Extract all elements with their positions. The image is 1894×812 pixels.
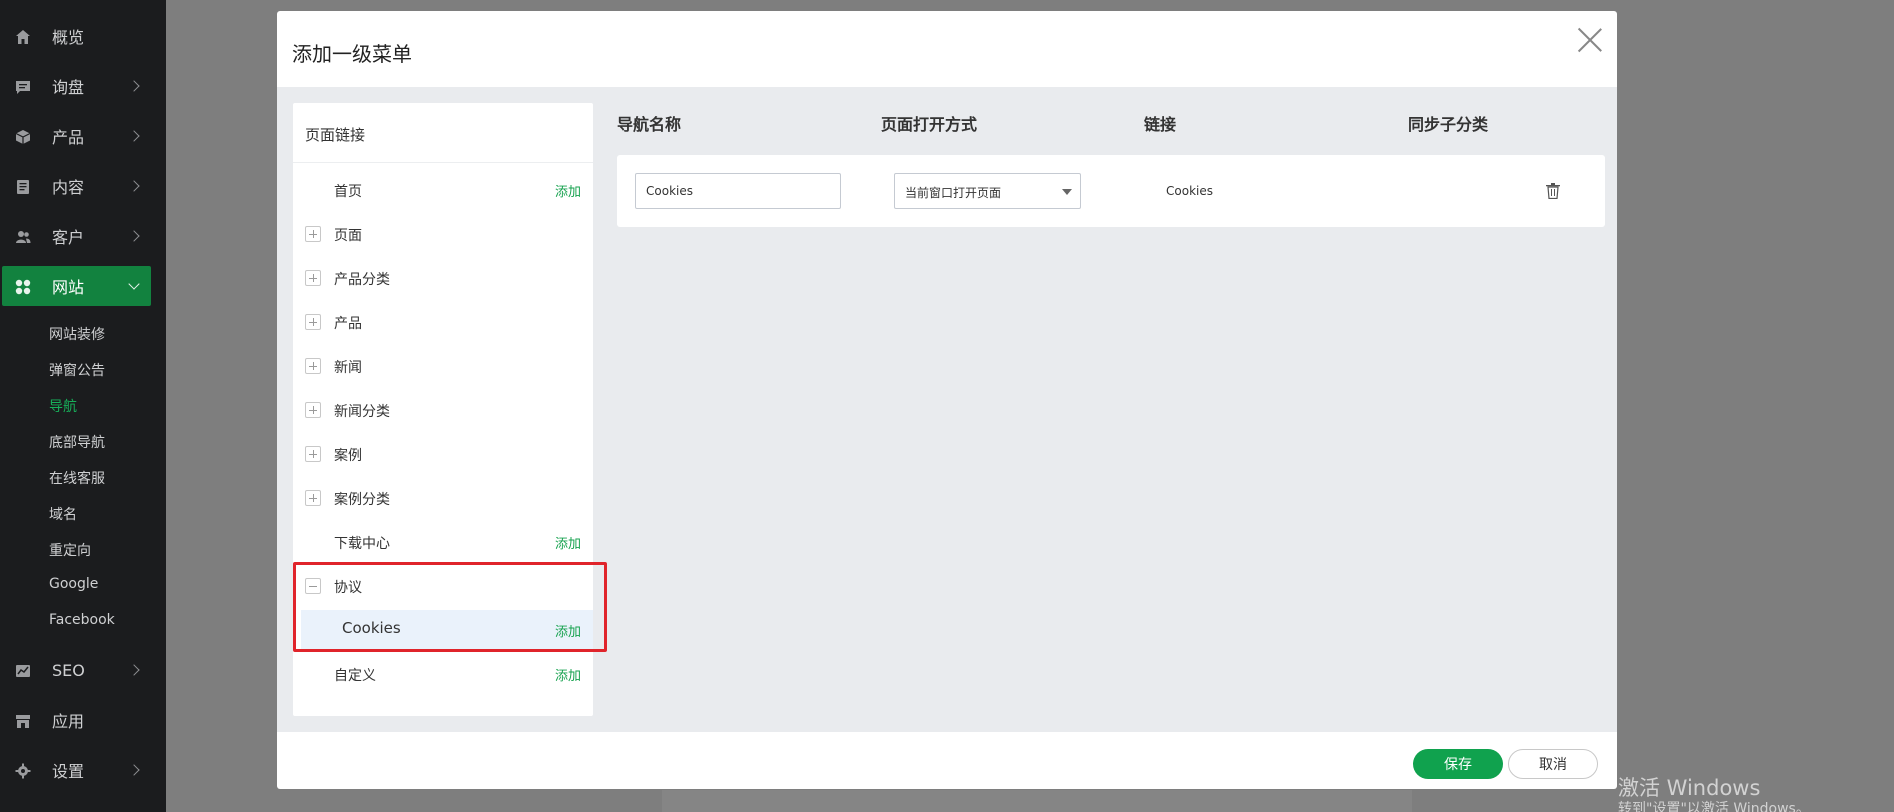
nav-item-label: 询盘 — [52, 78, 85, 97]
sub-item-navigation[interactable]: 导航 — [49, 396, 77, 416]
page-backdrop-strip — [662, 790, 1412, 812]
nav-item-inquiry[interactable]: 询盘 — [2, 66, 151, 106]
chevron-right-icon — [128, 180, 140, 192]
add-menu-modal: 添加一级菜单 页面链接 首页 添加 页面 产品分类 产品 新闻 新闻分类 案例 … — [277, 11, 1617, 789]
expand-icon[interactable] — [305, 446, 321, 462]
chevron-right-icon — [128, 764, 140, 776]
modal-footer: 保存 取消 — [277, 732, 1617, 789]
tree-row-label: 案例 — [334, 448, 362, 464]
home-icon — [16, 30, 30, 44]
page-link-title: 页面链接 — [305, 126, 366, 144]
gear-icon — [15, 763, 31, 779]
nav-name-input[interactable] — [635, 173, 841, 209]
nav-item-apps[interactable]: 应用 — [2, 700, 151, 740]
store-icon — [16, 715, 30, 728]
chevron-right-icon — [128, 230, 140, 242]
nav-item-label: 概览 — [52, 28, 85, 47]
chevron-right-icon — [128, 80, 140, 92]
nav-item-seo[interactable]: SEO — [2, 650, 151, 690]
add-link-button[interactable]: 添加 — [555, 533, 581, 552]
sub-item-domain[interactable]: 域名 — [49, 504, 77, 524]
tree-row-label: 新闻 — [334, 360, 362, 376]
sub-item-google[interactable]: Google — [49, 576, 98, 592]
add-link-button[interactable]: 添加 — [555, 665, 581, 684]
modal-title: 添加一级菜单 — [292, 42, 412, 66]
column-header-link: 链接 — [1144, 115, 1177, 134]
nav-item-label: 客户 — [52, 228, 85, 247]
windows-activation-hint: 转到"设置"以激活 Windows。 — [1618, 801, 1810, 812]
highlight-box — [293, 562, 607, 652]
expand-icon[interactable] — [305, 402, 321, 418]
sub-item-footer-nav[interactable]: 底部导航 — [49, 432, 105, 452]
tree-row-custom: 自定义 添加 — [293, 654, 593, 694]
chart-icon — [16, 665, 30, 677]
nav-item-label: 网站 — [52, 278, 85, 297]
tree-row-label: 首页 — [334, 184, 362, 200]
tree-row-label: 下载中心 — [334, 536, 390, 552]
chevron-down-icon — [128, 278, 140, 290]
expand-icon[interactable] — [305, 314, 321, 330]
column-header-sync: 同步子分类 — [1408, 115, 1489, 134]
users-icon — [16, 231, 31, 243]
tree-row-label: 页面 — [334, 228, 362, 244]
expand-icon[interactable] — [305, 226, 321, 242]
tree-row-label: 新闻分类 — [334, 404, 390, 420]
nav-item-label: SEO — [52, 660, 85, 680]
tree-row-label: 案例分类 — [334, 492, 390, 508]
sub-item-popup-notice[interactable]: 弹窗公告 — [49, 360, 105, 380]
sub-item-site-decoration[interactable]: 网站装修 — [49, 324, 105, 344]
tree-row-products[interactable]: 产品 — [293, 302, 593, 342]
tree-row-label: 产品分类 — [334, 272, 390, 288]
tree-row-label: 自定义 — [334, 668, 376, 684]
open-mode-value: 当前窗口打开页面 — [905, 186, 1002, 200]
tree-row-label: 产品 — [334, 316, 362, 332]
cancel-button[interactable]: 取消 — [1508, 749, 1598, 779]
table-row: 当前窗口打开页面 Cookies — [617, 155, 1605, 227]
sub-item-facebook[interactable]: Facebook — [49, 612, 115, 628]
column-header-open-mode: 页面打开方式 — [881, 115, 978, 134]
nav-item-website[interactable]: 网站 — [2, 266, 151, 306]
tree-row-case-category[interactable]: 案例分类 — [293, 478, 593, 518]
expand-icon[interactable] — [305, 270, 321, 286]
box-icon — [15, 130, 31, 144]
document-icon — [17, 180, 29, 194]
column-header-name: 导航名称 — [617, 115, 682, 134]
message-icon — [16, 81, 30, 94]
expand-icon[interactable] — [305, 358, 321, 374]
nav-item-overview[interactable]: 概览 — [2, 16, 151, 56]
grid-icon — [15, 279, 31, 295]
add-link-button[interactable]: 添加 — [555, 181, 581, 200]
trash-icon[interactable] — [1546, 183, 1560, 199]
page-link-header: 页面链接 — [293, 103, 593, 163]
nav-item-label: 产品 — [52, 128, 85, 147]
nav-item-content[interactable]: 内容 — [2, 166, 151, 206]
link-value: Cookies — [1166, 184, 1213, 198]
nav-item-customers[interactable]: 客户 — [2, 216, 151, 256]
tree-row-product-category[interactable]: 产品分类 — [293, 258, 593, 298]
caret-down-icon — [1062, 189, 1072, 195]
nav-item-label: 内容 — [52, 178, 85, 197]
chevron-right-icon — [128, 664, 140, 676]
menu-table: 导航名称 页面打开方式 链接 同步子分类 当前窗口打开页面 Cookies — [617, 87, 1605, 732]
tree-row-downloads: 下载中心 添加 — [293, 522, 593, 562]
save-button[interactable]: 保存 — [1413, 749, 1503, 779]
open-mode-select[interactable]: 当前窗口打开页面 — [894, 173, 1081, 209]
tree-row-cases[interactable]: 案例 — [293, 434, 593, 474]
nav-item-products[interactable]: 产品 — [2, 116, 151, 156]
tree-row-news-category[interactable]: 新闻分类 — [293, 390, 593, 430]
tree-row-home: 首页 添加 — [293, 170, 593, 210]
nav-item-label: 设置 — [52, 762, 85, 781]
close-icon[interactable] — [1573, 23, 1607, 57]
chevron-right-icon — [128, 130, 140, 142]
tree-row-pages[interactable]: 页面 — [293, 214, 593, 254]
sidebar: 概览 询盘 产品 内容 客户 网站 网站装修 弹窗公告 导航 底部导航 在线客服… — [0, 0, 166, 812]
tree-row-news[interactable]: 新闻 — [293, 346, 593, 386]
sub-item-redirect[interactable]: 重定向 — [49, 540, 91, 560]
sub-item-online-support[interactable]: 在线客服 — [49, 468, 105, 488]
expand-icon[interactable] — [305, 490, 321, 506]
nav-item-label: 应用 — [52, 712, 85, 731]
nav-item-settings[interactable]: 设置 — [2, 750, 151, 790]
